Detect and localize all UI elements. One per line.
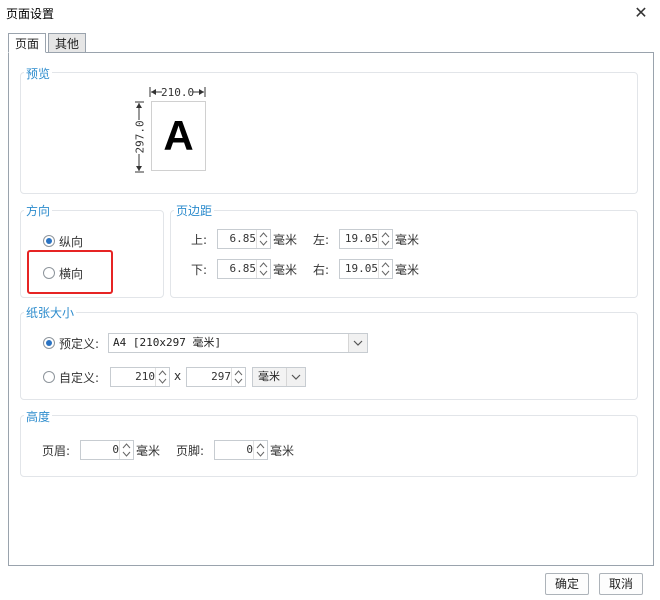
- header-unit: 毫米: [136, 444, 161, 458]
- margin-right-label: 右:: [313, 263, 330, 277]
- ok-button[interactable]: 确定: [545, 573, 589, 595]
- header-spinner[interactable]: 0: [80, 440, 134, 460]
- margin-bottom-unit: 毫米: [273, 263, 298, 277]
- tab-page-label: 页面: [14, 37, 39, 51]
- margins-group: [170, 210, 638, 298]
- title-bar: 页面设置 ✕: [0, 0, 660, 26]
- spinner-arrows-icon[interactable]: [256, 260, 270, 278]
- footer-value: 0: [246, 443, 253, 456]
- unit-select[interactable]: 毫米: [252, 367, 306, 387]
- predefined-label[interactable]: 预定义:: [59, 335, 99, 352]
- spinner-arrows-icon[interactable]: [378, 260, 392, 278]
- spinner-arrows-icon[interactable]: [378, 230, 392, 248]
- margin-bottom-value: 6.85: [229, 262, 257, 275]
- margin-right-value: 19.05: [344, 262, 378, 275]
- preview-height-label: 297.0: [133, 120, 147, 154]
- portrait-radio[interactable]: [43, 235, 55, 247]
- custom-width-value: 210: [135, 370, 155, 383]
- times-sign: x: [174, 369, 182, 383]
- custom-height-value: 297: [211, 370, 231, 383]
- close-icon: ✕: [634, 3, 648, 22]
- cancel-button[interactable]: 取消: [599, 573, 643, 595]
- margin-left-spinner[interactable]: 19.05: [339, 229, 393, 249]
- custom-label[interactable]: 自定义:: [59, 369, 99, 386]
- spinner-arrows-icon[interactable]: [256, 230, 270, 248]
- custom-height-spinner[interactable]: 297: [186, 367, 246, 387]
- height-group-label: 高度: [24, 408, 53, 425]
- margin-right-unit: 毫米: [395, 263, 420, 277]
- margins-group-label: 页边距: [174, 202, 215, 219]
- predefined-radio[interactable]: [43, 337, 55, 349]
- margin-left-value: 19.05: [344, 232, 378, 245]
- tab-other-label: 其他: [54, 37, 79, 51]
- close-button[interactable]: ✕: [628, 3, 654, 23]
- margin-top-unit: 毫米: [273, 233, 298, 247]
- margin-left-label: 左:: [313, 233, 330, 247]
- chevron-down-icon[interactable]: [348, 334, 367, 352]
- predefined-paper-value: A4 [210x297 毫米]: [113, 336, 222, 349]
- preview-width-label: 210.0: [161, 86, 195, 99]
- spinner-arrows-icon[interactable]: [253, 441, 267, 459]
- predefined-paper-select[interactable]: A4 [210x297 毫米]: [108, 333, 368, 353]
- portrait-label[interactable]: 纵向: [59, 233, 83, 250]
- header-value: 0: [112, 443, 119, 456]
- margin-right-spinner[interactable]: 19.05: [339, 259, 393, 279]
- preview-group-label: 预览: [24, 65, 53, 82]
- orientation-group-label: 方向: [24, 202, 53, 219]
- footer-spinner[interactable]: 0: [214, 440, 268, 460]
- paper-size-group-label: 纸张大小: [24, 304, 77, 321]
- spinner-arrows-icon[interactable]: [119, 441, 133, 459]
- margin-bottom-spinner[interactable]: 6.85: [217, 259, 271, 279]
- margin-top-label: 上:: [191, 233, 208, 247]
- margin-top-value: 6.85: [229, 232, 257, 245]
- custom-radio[interactable]: [43, 371, 55, 383]
- preview-group: [20, 72, 638, 194]
- chevron-down-icon[interactable]: [286, 368, 305, 386]
- spinner-arrows-icon[interactable]: [155, 368, 169, 386]
- footer-unit: 毫米: [270, 444, 295, 458]
- tab-other[interactable]: 其他: [48, 33, 86, 53]
- footer-label: 页脚:: [176, 444, 205, 458]
- landscape-highlight: [27, 250, 113, 294]
- margin-left-unit: 毫米: [395, 233, 420, 247]
- header-label: 页眉:: [42, 444, 71, 458]
- unit-select-value: 毫米: [258, 370, 280, 383]
- window-title: 页面设置: [6, 7, 55, 21]
- spinner-arrows-icon[interactable]: [231, 368, 245, 386]
- margin-bottom-label: 下:: [191, 263, 208, 277]
- margin-top-spinner[interactable]: 6.85: [217, 229, 271, 249]
- custom-width-spinner[interactable]: 210: [110, 367, 170, 387]
- preview-letter: A: [163, 112, 194, 159]
- tab-page[interactable]: 页面: [8, 33, 46, 53]
- preview-page: A: [151, 101, 206, 171]
